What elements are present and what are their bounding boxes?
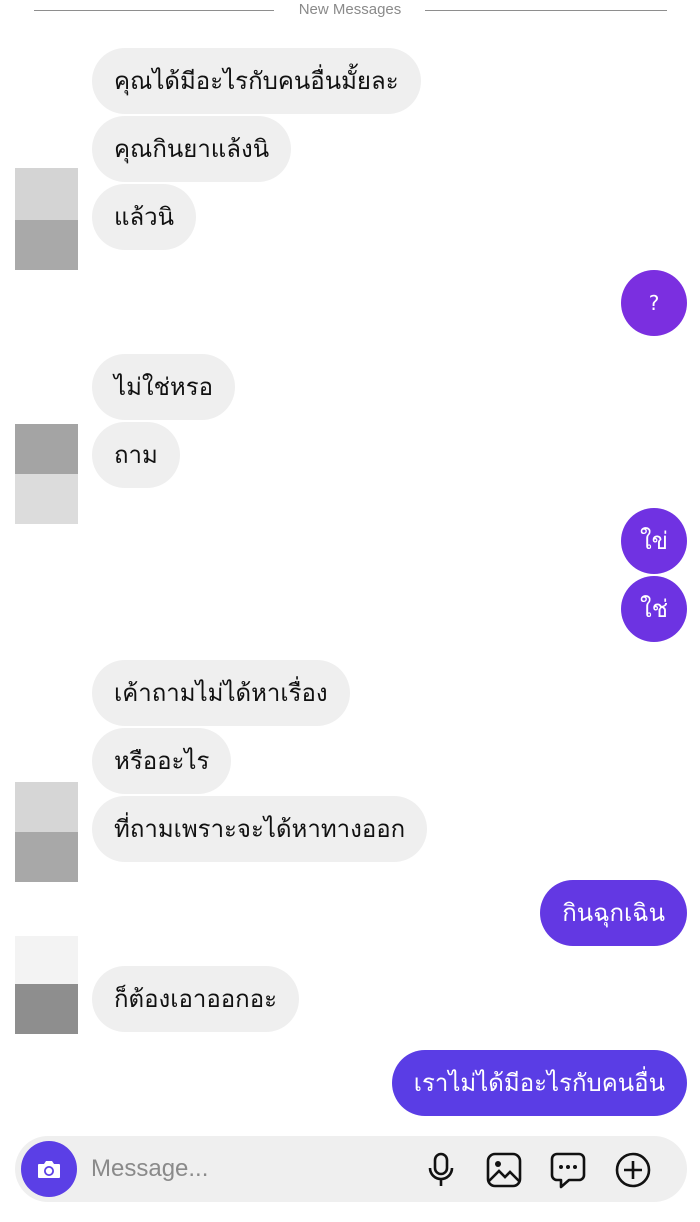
incoming-message[interactable]: ก็ต้องเอาออกอะ — [92, 966, 300, 1032]
avatar[interactable] — [15, 424, 78, 524]
gallery-button[interactable] — [484, 1150, 524, 1190]
avatar[interactable] — [15, 936, 78, 1034]
divider-line-left — [34, 10, 274, 11]
outgoing-message[interactable]: เราไม่ได้มีอะไรกับคนอื่น — [391, 1050, 687, 1116]
sticker-button[interactable] — [548, 1150, 588, 1190]
incoming-message[interactable]: ที่ถามเพราะจะได้หาทางออก — [92, 796, 428, 862]
avatar[interactable] — [15, 168, 78, 270]
outgoing-message[interactable]: ใช่ — [621, 576, 687, 642]
sticker-icon — [550, 1152, 586, 1189]
camera-button[interactable] — [21, 1141, 77, 1197]
avatar[interactable] — [15, 782, 78, 882]
new-messages-divider: New Messages — [0, 0, 700, 24]
divider-label: New Messages — [298, 1, 402, 18]
incoming-message[interactable]: แล้วนิ — [92, 184, 197, 250]
microphone-button[interactable] — [421, 1150, 461, 1190]
outgoing-message[interactable]: ใข่ — [621, 508, 687, 574]
incoming-message[interactable]: ไม่ใช่หรอ — [92, 354, 236, 420]
plus-circle-icon — [615, 1152, 651, 1188]
incoming-message[interactable]: คุณกินยาแล้งนิ — [92, 116, 292, 182]
incoming-message[interactable]: ถาม — [92, 422, 180, 488]
camera-icon — [38, 1161, 60, 1178]
incoming-message[interactable]: เค้าถามไม่ได้หาเรื่อง — [92, 660, 350, 726]
outgoing-message[interactable]: กินฉุกเฉิน — [540, 880, 687, 946]
incoming-message[interactable]: หรืออะไร — [92, 728, 232, 794]
more-button[interactable] — [613, 1150, 653, 1190]
image-icon — [486, 1152, 522, 1188]
incoming-message[interactable]: คุณได้มีอะไรกับคนอื่นมั้ยละ — [92, 48, 421, 114]
message-input[interactable]: Message... — [91, 1136, 208, 1202]
microphone-icon — [428, 1152, 454, 1186]
divider-line-right — [425, 10, 667, 11]
outgoing-message[interactable]: ? — [621, 270, 687, 336]
message-composer: Message... — [15, 1136, 687, 1202]
